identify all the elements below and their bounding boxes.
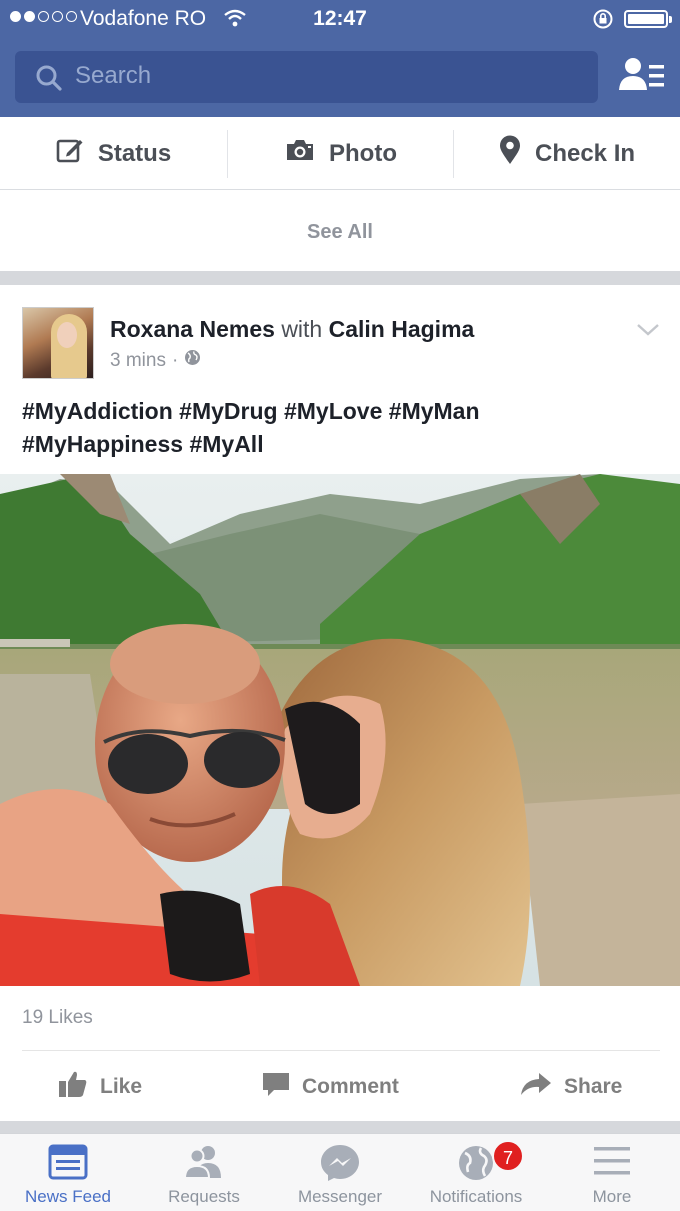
check-in-label: Check In	[534, 139, 636, 167]
share-label: Share	[564, 1075, 623, 1098]
comment-bubble-icon	[262, 1071, 290, 1103]
comment-button[interactable]: Comment	[262, 1067, 399, 1107]
status-label: Status	[97, 139, 172, 167]
tab-bar: News Feed Requests Messenger 7 Notificat…	[0, 1133, 680, 1211]
chevron-down-icon[interactable]	[636, 323, 660, 342]
status-bar: Vodafone RO 12:47	[0, 0, 680, 38]
photo-button[interactable]: Photo	[228, 117, 454, 190]
friend-requests-icon	[136, 1144, 272, 1182]
like-count[interactable]: 19 Likes	[22, 1007, 93, 1029]
tab-notifications[interactable]: 7 Notifications	[408, 1134, 544, 1211]
tab-news-feed[interactable]: News Feed	[0, 1134, 136, 1211]
tab-label: News Feed	[25, 1187, 111, 1206]
status-button[interactable]: Status	[0, 117, 227, 190]
selfie-photo-illustration	[0, 474, 680, 986]
public-globe-icon	[184, 349, 201, 372]
rotation-lock-icon	[592, 8, 614, 36]
clock: 12:47	[313, 7, 367, 30]
author-avatar[interactable]	[22, 307, 94, 379]
feed-post: Roxana Nemes with Calin Hagima 3 mins · …	[0, 285, 680, 1121]
messenger-icon	[272, 1144, 408, 1182]
post-time[interactable]: 3 mins	[110, 350, 166, 372]
friends-list-icon[interactable]	[618, 56, 666, 101]
hamburger-menu-icon	[544, 1144, 680, 1182]
post-header: Roxana Nemes with Calin Hagima	[110, 316, 474, 343]
post-text-line: #MyHappiness #MyAll	[22, 431, 264, 457]
post-text: #MyAddiction #MyDrug #MyLove #MyMan #MyH…	[22, 395, 662, 461]
with-text: with	[281, 316, 323, 342]
comment-label: Comment	[302, 1075, 399, 1098]
like-label: Like	[100, 1075, 143, 1098]
meta-separator: ·	[171, 349, 179, 371]
see-all-row: See All	[0, 191, 680, 271]
news-feed-icon	[0, 1144, 136, 1182]
divider	[22, 1050, 660, 1051]
search-input[interactable]: Search	[15, 51, 598, 103]
tab-more[interactable]: More	[544, 1134, 680, 1211]
tagged-name[interactable]: Calin Hagima	[329, 316, 475, 342]
post-text-line: #MyAddiction #MyDrug #MyLove #MyMan	[22, 398, 480, 424]
post-meta: 3 mins ·	[110, 349, 201, 372]
globe-icon	[408, 1144, 544, 1182]
tab-label: Requests	[168, 1187, 240, 1206]
like-button[interactable]: Like	[58, 1067, 142, 1107]
share-button[interactable]: Share	[520, 1067, 622, 1107]
check-in-button[interactable]: Check In	[454, 117, 680, 190]
search-placeholder: Search	[75, 62, 152, 89]
top-bar: Vodafone RO 12:47 Search	[0, 0, 680, 117]
camera-icon	[285, 138, 315, 169]
feed-separator	[0, 1121, 680, 1133]
tab-label: More	[592, 1187, 632, 1206]
battery-icon	[624, 10, 672, 28]
tab-label: Messenger	[297, 1187, 383, 1206]
notifications-badge: 7	[492, 1140, 524, 1172]
share-arrow-icon	[520, 1072, 552, 1102]
composer-bar: Status Photo Check In	[0, 117, 680, 190]
edit-icon	[56, 136, 84, 171]
author-name[interactable]: Roxana Nemes	[110, 316, 275, 342]
feed-separator	[0, 271, 680, 285]
search-icon	[35, 64, 63, 97]
see-all-link[interactable]: See All	[0, 221, 680, 244]
location-pin-icon	[499, 135, 521, 172]
tab-label: Notifications	[429, 1187, 523, 1206]
tab-requests[interactable]: Requests	[136, 1134, 272, 1211]
thumbs-up-icon	[58, 1070, 88, 1104]
photo-label: Photo	[329, 139, 397, 167]
post-photo[interactable]	[0, 474, 680, 986]
tab-messenger[interactable]: Messenger	[272, 1134, 408, 1211]
